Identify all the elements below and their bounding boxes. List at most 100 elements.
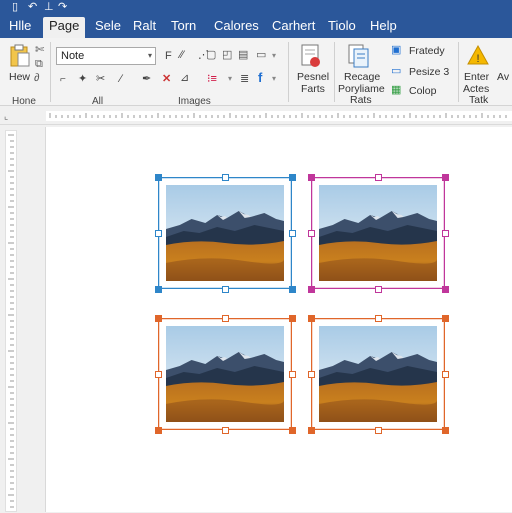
resize-handle-edge[interactable] — [154, 229, 162, 237]
function-icon[interactable]: f — [258, 71, 262, 84]
pesize-icon[interactable]: ▭ — [391, 65, 401, 77]
resize-label-1[interactable]: Pesnel — [297, 72, 329, 83]
resize-handle-corner[interactable] — [154, 173, 162, 181]
resize-handle-edge[interactable] — [221, 314, 229, 322]
tab-page[interactable]: Page — [43, 17, 86, 38]
recage-label-3[interactable]: Rats — [350, 95, 372, 106]
divider — [288, 42, 289, 102]
divider — [50, 42, 51, 102]
tab-file[interactable]: Hlle — [3, 17, 37, 38]
resize-icon[interactable] — [300, 44, 322, 68]
copy-icon[interactable]: ⧉ — [35, 58, 43, 70]
new-label[interactable]: Hew — [9, 72, 30, 83]
resize-handle-edge[interactable] — [374, 285, 382, 293]
bullets-icon[interactable]: ⁝≡ — [207, 73, 217, 85]
picture-icon[interactable]: ▤ — [238, 49, 248, 61]
font-size-icon[interactable]: F — [165, 50, 172, 62]
resize-handle-edge[interactable] — [221, 285, 229, 293]
divider — [334, 42, 335, 102]
clear-format-icon[interactable]: ✕ — [162, 73, 171, 85]
resize-handle-edge[interactable] — [374, 426, 382, 434]
mountain-image-2[interactable] — [307, 173, 449, 293]
resize-handle-edge[interactable] — [374, 173, 382, 181]
resize-handle-corner[interactable] — [441, 314, 449, 322]
tab-calores[interactable]: Calores — [208, 17, 265, 38]
resize-handle-corner[interactable] — [441, 285, 449, 293]
italic-icon[interactable]: ✦ — [78, 73, 87, 85]
chevron-down-icon[interactable]: ▾ — [228, 73, 232, 85]
resize-handle-edge[interactable] — [221, 426, 229, 434]
format-icon[interactable]: ∂ — [34, 72, 39, 84]
divider — [458, 42, 459, 102]
recage-label-1[interactable]: Recage — [344, 72, 380, 83]
chevron-down-icon[interactable]: ▾ — [272, 73, 276, 85]
group-all-label: All — [92, 96, 104, 107]
resize-handle-edge[interactable] — [441, 370, 449, 378]
tab-sele[interactable]: Sele — [89, 17, 127, 38]
shapes-icon[interactable]: ▢ — [206, 49, 216, 61]
recage-icon[interactable] — [348, 44, 370, 68]
redo-icon[interactable]: ↷ — [58, 2, 67, 13]
tab-torn[interactable]: Torn — [165, 17, 202, 38]
enter-label-3[interactable]: Tatk — [469, 95, 488, 106]
font-name-select[interactable]: Note ▾ — [56, 47, 156, 65]
resize-handle-edge[interactable] — [288, 370, 296, 378]
bold-icon[interactable]: ⌐ — [60, 74, 66, 86]
warning-icon[interactable]: ! — [467, 45, 489, 65]
resize-handle-corner[interactable] — [288, 314, 296, 322]
font-color-icon[interactable]: ⊿ — [180, 72, 189, 84]
resize-handle-edge[interactable] — [288, 229, 296, 237]
resize-handle-edge[interactable] — [221, 173, 229, 181]
resize-handle-edge[interactable] — [307, 229, 315, 237]
font-name-value: Note — [61, 50, 85, 62]
tab-help[interactable]: Help — [364, 17, 403, 38]
document-icon[interactable]: ▯ — [12, 2, 18, 13]
enter-label-1[interactable]: Enter — [464, 72, 489, 83]
style-icon[interactable]: ◰ — [222, 49, 232, 61]
pesize-label[interactable]: Pesize 3 — [409, 67, 449, 78]
colop-icon[interactable]: ▦ — [391, 84, 401, 96]
resize-handle-corner[interactable] — [307, 426, 315, 434]
chevron-down-icon[interactable]: ▾ — [272, 50, 276, 62]
title-bar: ▯ ↶ ⊥ ↷ Hlle Page Sele Ralt Torn Calores… — [0, 0, 512, 38]
strikethrough-icon[interactable]: ∕ — [120, 73, 122, 85]
layout-icon[interactable]: ▭ — [256, 49, 266, 61]
pin-icon[interactable]: ⊥ — [44, 2, 54, 13]
group-home-label: Hone — [12, 96, 36, 107]
resize-handle-edge[interactable] — [441, 229, 449, 237]
align-icon[interactable]: ≣ — [240, 73, 249, 85]
resize-handle-corner[interactable] — [307, 173, 315, 181]
tab-tiolo[interactable]: Tiolo — [322, 17, 362, 38]
tab-ralt[interactable]: Ralt — [127, 17, 162, 38]
resize-handle-corner[interactable] — [307, 285, 315, 293]
group-images-label: Images — [178, 96, 211, 107]
resize-handle-corner[interactable] — [288, 173, 296, 181]
av-label[interactable]: Av — [497, 72, 509, 83]
resize-handle-corner[interactable] — [154, 314, 162, 322]
resize-handle-edge[interactable] — [154, 370, 162, 378]
tab-carhert[interactable]: Carhert — [266, 17, 321, 38]
mountain-image-3[interactable] — [154, 314, 296, 434]
resize-handle-corner[interactable] — [288, 285, 296, 293]
resize-handle-edge[interactable] — [374, 314, 382, 322]
resize-handle-corner[interactable] — [307, 314, 315, 322]
resize-handle-edge[interactable] — [307, 370, 315, 378]
grow-font-icon[interactable]: ∕⁄ — [180, 49, 184, 61]
cut-icon[interactable]: ✄ — [35, 44, 44, 56]
fratedy-icon[interactable]: ▣ — [391, 44, 401, 56]
resize-handle-corner[interactable] — [154, 426, 162, 434]
resize-handle-corner[interactable] — [441, 426, 449, 434]
resize-handle-corner[interactable] — [441, 173, 449, 181]
resize-handle-corner[interactable] — [154, 285, 162, 293]
mountain-image-4[interactable] — [307, 314, 449, 434]
colop-label[interactable]: Colop — [409, 86, 436, 97]
resize-label-2[interactable]: Farts — [301, 84, 325, 95]
undo-icon[interactable]: ↶ — [28, 2, 37, 13]
resize-handle-corner[interactable] — [288, 426, 296, 434]
paste-icon[interactable] — [10, 44, 32, 68]
horizontal-ruler[interactable]: ⌞ — [0, 107, 512, 125]
mountain-image-1[interactable] — [154, 173, 296, 293]
fratedy-label[interactable]: Fratedy — [409, 46, 445, 57]
underline-icon[interactable]: ✂ — [96, 73, 105, 85]
highlight-icon[interactable]: ✒ — [142, 73, 151, 85]
